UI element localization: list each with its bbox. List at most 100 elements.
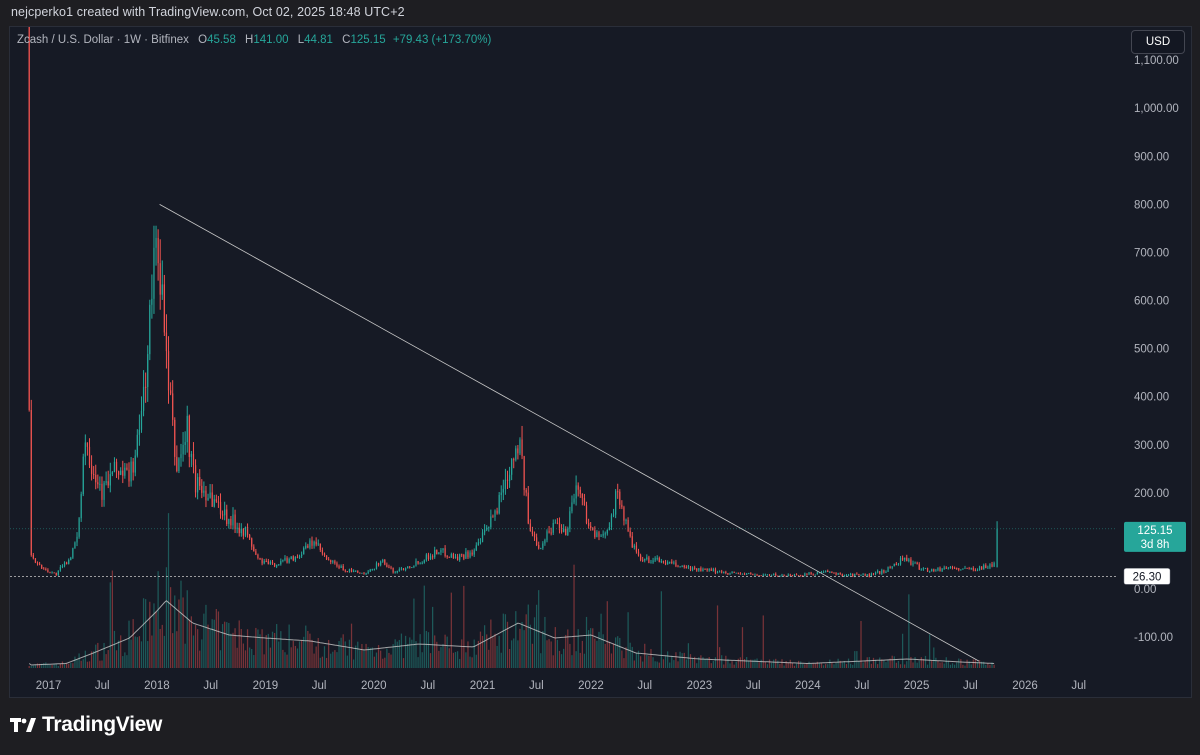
volume-bar [652,657,654,668]
candle-body [708,569,710,571]
currency-button[interactable]: USD [1131,30,1185,54]
volume-bar [664,655,667,668]
candle-body [325,555,328,560]
candle-body [440,550,442,553]
volume-bar [511,640,513,668]
candle-body [342,566,344,571]
candle-body [592,527,594,531]
candle-body [188,415,190,457]
volume-bar [874,659,877,668]
candle-body [201,485,203,493]
candle-body [627,519,629,532]
volume-bar [492,637,494,668]
volume-bar [858,660,860,668]
volume-bar [970,664,972,668]
candle-body [234,514,236,529]
volume-bar [338,641,340,668]
volume-bar [804,664,806,668]
candle-body [213,499,215,507]
candle-body [968,568,970,570]
candle-body [619,491,621,505]
candle-body [59,567,62,571]
candle-body [608,527,611,530]
candle-body [535,537,538,545]
volume-bar [43,663,45,668]
candle-body [646,557,648,560]
candle-body [251,538,253,547]
candle-body [781,574,783,576]
candle-body [750,573,752,575]
candle-body [165,332,168,352]
volume-bar [644,643,646,668]
symbol-title: Zcash / U.S. Dollar · 1W · Bitfinex [17,34,189,46]
candle-body [290,556,292,559]
volume-bar [612,643,615,668]
volume-bar [841,662,843,668]
candle-body [197,477,199,493]
candle-body [933,569,935,571]
symbol-legend[interactable]: Zcash / U.S. Dollar · 1W · Bitfinex O45.… [17,34,491,46]
volume-bar [205,604,207,668]
volume-bar [323,646,326,668]
x-tick-label: Jul [529,680,544,692]
candle-body [425,554,428,561]
candle-body [577,485,579,490]
volume-bar [941,662,943,668]
volume-bar [172,633,174,668]
candle-body [95,474,97,483]
volume-bar [423,585,425,668]
volume-bar [577,629,579,668]
candle-body [806,573,808,575]
volume-bar [134,636,136,668]
volume-bar [203,613,205,668]
candle-body [313,541,315,546]
candle-body [704,568,706,570]
volume-bar [120,635,122,668]
candle-body [556,522,559,524]
volume-bar [515,611,517,668]
candle-body [311,540,313,546]
candle-body [889,567,891,569]
candle-body [63,562,66,566]
volume-bar [265,635,267,668]
x-tick-label: 2019 [253,680,279,692]
candle-body [906,557,908,562]
volume-bar [411,639,413,668]
volume-bar [450,592,452,668]
volume-bar [456,651,459,668]
volume-bar [209,628,211,668]
volume-bar [238,620,240,668]
price-chart[interactable]: -100.00 0.00 200.00 300.00 400.00 500.00 600.0… [0,0,1200,755]
volume-bar [163,635,165,668]
candle-body [839,573,841,575]
candle-body [375,563,378,569]
candle-body [768,574,771,576]
candle-body [918,564,920,570]
candle-body [323,553,326,556]
candle-body [916,562,918,565]
volume-bar [344,641,346,668]
volume-bar [80,660,82,668]
candle-body [502,488,504,493]
candle-body [232,514,234,526]
volume-bar [741,627,744,668]
volume-bar [951,663,954,668]
volume-bar [446,636,448,668]
candle-body [816,572,818,575]
candle-body [660,561,662,563]
high-value: 141.00 [253,34,289,46]
volume-bar [762,615,764,668]
volume-bar [330,653,332,668]
volume-bar [402,658,405,668]
volume-bar [504,614,507,668]
volume-bar [473,639,475,668]
candle-body [194,465,197,493]
tradingview-logo[interactable]: TradingView [10,713,162,737]
volume-bar [53,664,55,668]
volume-bar [404,635,407,668]
candle-body [242,528,245,536]
volume-bar [795,663,798,668]
candle-body [163,284,165,333]
volume-bar [371,647,373,668]
candle-body [671,561,673,563]
